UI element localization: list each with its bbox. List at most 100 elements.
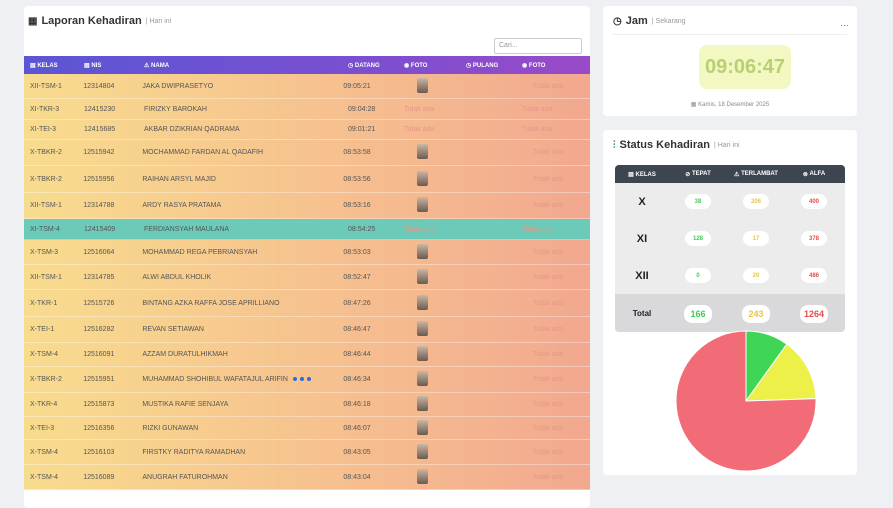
cell-nis: 12515942 xyxy=(83,149,115,156)
student-photo[interactable] xyxy=(416,321,428,336)
cell-nama: REVAN SETIAWAN xyxy=(142,326,204,333)
status-row: X 38 206 400 xyxy=(615,183,845,220)
status-tepat: 128 xyxy=(685,231,711,246)
clock-title: Jam xyxy=(625,15,648,27)
cell-foto-pulang: Tidak ada xyxy=(532,248,564,256)
cell-nis: 12515956 xyxy=(83,175,115,183)
search-input[interactable]: Cari... xyxy=(494,38,582,54)
total-tepat: 166 xyxy=(684,304,712,323)
cell-foto-datang[interactable] xyxy=(399,294,478,312)
cell-nis: 12415685 xyxy=(84,126,116,133)
table-row: X-TSM-4 12516089 ANUGRAH FATUROHMAN 08:43:0… xyxy=(24,465,590,490)
cell-foto-datang[interactable] xyxy=(399,321,478,338)
cell-foto-pulang: Tidak ada xyxy=(532,149,564,156)
cell-nis: 12515873 xyxy=(83,401,115,408)
bar-chart-icon: ⫶ xyxy=(613,139,616,151)
cell-nama: ALWI ABDUL KHOLIK xyxy=(142,273,212,281)
more-icon[interactable]: … xyxy=(840,18,849,28)
table-row: XI-TKR-3 12415230 FIRIZKY BAROKAH 09:04:28 T… xyxy=(24,99,590,120)
cell-foto-datang[interactable] xyxy=(399,396,478,413)
attendance-subtitle: | Hari ini xyxy=(145,17,172,25)
status-subtitle: | Hari ini xyxy=(713,141,740,149)
student-photo[interactable] xyxy=(416,346,428,361)
cell-datang: 09:04:28 xyxy=(348,105,376,113)
cell-nama: JAKA DWIPRASETYO xyxy=(142,82,214,90)
student-photo[interactable] xyxy=(416,77,428,93)
cell-nis: 12314804 xyxy=(83,82,115,90)
cell-datang: 08:46:47 xyxy=(343,326,371,333)
cell-foto-pulang: Tidak ada xyxy=(532,273,564,281)
cell-foto-datang[interactable] xyxy=(399,346,478,363)
cell-foto-pulang: Tidak ada xyxy=(532,401,564,408)
student-photo[interactable] xyxy=(416,443,428,459)
cell-nis: 12415409 xyxy=(84,225,116,233)
cell-nama: RIZKI GUNAWAN xyxy=(142,424,199,432)
col-foto-pulang[interactable]: ◉ FOTO xyxy=(522,62,580,69)
cell-kelas: XII-TSM-1 xyxy=(30,82,62,90)
table-body: XII-TSM-1 12314804 JAKA DWIPRASETYO 09:05:2… xyxy=(24,74,590,490)
cell-foto-datang[interactable] xyxy=(399,371,478,388)
table-row: X-TKR-1 12515726 BINTANG AZKA RAFFA JOSE A… xyxy=(24,290,590,317)
status-kelas: XI xyxy=(636,232,648,245)
table-row: X-TSM-4 12516091 AZZAM DURATULHIKMAH 08:46:… xyxy=(24,343,590,367)
cell-foto-datang[interactable] xyxy=(399,197,478,214)
cell-kelas: X-TBKR-2 xyxy=(30,376,62,383)
status-header: ⫶ Status Kehadiran | Hari ini xyxy=(603,130,857,160)
cell-datang: 08:53:56 xyxy=(343,175,371,183)
student-photo[interactable] xyxy=(416,197,428,212)
cell-nama: FIRSTKY RADITYA RAMADHAN xyxy=(142,448,246,456)
cell-foto-datang[interactable] xyxy=(399,268,478,286)
cell-foto-pulang: Tidak ada xyxy=(532,326,564,333)
student-photo[interactable] xyxy=(416,294,428,310)
cell-foto-datang[interactable] xyxy=(399,443,478,461)
status-tepat: 0 xyxy=(685,268,711,283)
cell-kelas: XI-TEI-3 xyxy=(30,126,57,133)
col-nama[interactable]: ⚠ NAMA xyxy=(144,62,348,69)
status-col-tepat: ⊘ TEPAT xyxy=(685,170,711,178)
cell-nis: 12516089 xyxy=(83,473,115,481)
col-kelas[interactable]: ▤ KELAS xyxy=(24,62,84,69)
cell-nis: 12516091 xyxy=(83,351,115,358)
cell-foto-datang[interactable] xyxy=(399,170,478,188)
status-total-row: Total 166 243 1264 xyxy=(615,294,845,332)
attendance-panel: ▦ Laporan Kehadiran | Hari ini Cari... ▤… xyxy=(24,6,590,508)
cell-nama: RAIHAN ARSYL MAJID xyxy=(142,175,216,183)
cell-datang: 08:47:26 xyxy=(343,299,371,307)
cell-kelas: XII-TSM-1 xyxy=(30,202,62,209)
student-photo[interactable] xyxy=(416,396,428,411)
student-photo[interactable] xyxy=(416,371,428,386)
cell-kelas: XII-TSM-1 xyxy=(30,273,62,281)
clock-icon: ◷ xyxy=(613,15,622,27)
student-photo[interactable] xyxy=(416,243,428,259)
status-row: XI 128 17 378 xyxy=(615,220,845,257)
cell-foto-datang[interactable] xyxy=(399,77,478,95)
student-photo[interactable] xyxy=(416,468,428,484)
student-photo[interactable] xyxy=(416,170,428,186)
cell-nama: MOCHAMMAD FARDAN AL QADAFIH xyxy=(142,149,264,156)
col-foto-datang[interactable]: ◉ FOTO xyxy=(404,62,466,69)
cell-foto-pulang: Tidak ada xyxy=(522,105,553,113)
col-datang[interactable]: ◷ DATANG xyxy=(348,62,404,69)
cell-foto-datang: Tidak ada xyxy=(404,105,435,113)
cell-nama: ANUGRAH FATUROHMAN xyxy=(142,473,228,481)
cell-nama: FERDIANSYAH MAULANA xyxy=(144,225,230,233)
col-nis[interactable]: ▤ NIS xyxy=(84,62,144,69)
status-alfa: 486 xyxy=(801,268,827,283)
cell-foto-datang[interactable] xyxy=(399,144,478,161)
cell-foto-pulang: Tidak ada xyxy=(522,126,553,133)
student-photo[interactable] xyxy=(416,419,428,435)
cell-nis: 12314788 xyxy=(83,202,115,209)
cell-foto-pulang: Tidak ada xyxy=(532,175,564,183)
cell-foto-datang[interactable] xyxy=(399,243,478,261)
cell-nama: MOHAMMAD REGA PEBRIANSYAH xyxy=(142,248,258,256)
student-photo[interactable] xyxy=(416,144,428,159)
cell-datang: 08:53:16 xyxy=(343,202,371,209)
cell-foto-datang[interactable] xyxy=(399,468,478,486)
cell-kelas: X-TSM-3 xyxy=(30,248,58,256)
student-photo[interactable] xyxy=(416,268,428,284)
col-pulang[interactable]: ◷ PULANG xyxy=(466,62,522,69)
cell-nis: 12415230 xyxy=(84,105,116,113)
clock-header: ◷ Jam | Sekarang xyxy=(603,6,857,36)
cell-foto-datang[interactable] xyxy=(399,419,478,437)
clock-date: ▦ Kamis, 18 Desember 2025 xyxy=(690,102,770,108)
